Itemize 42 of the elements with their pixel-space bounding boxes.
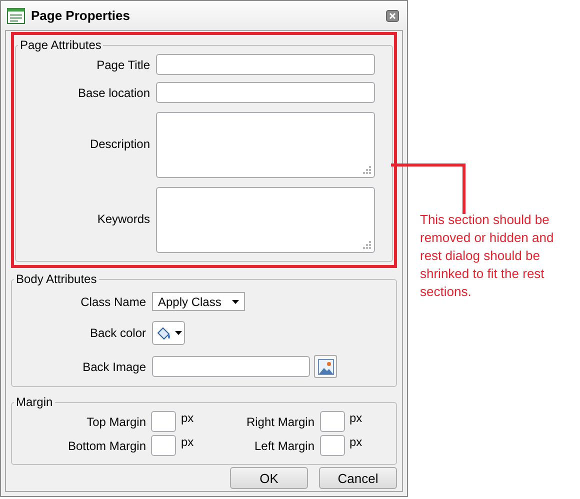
group-legend: Page Attributes xyxy=(18,38,104,52)
color-picker-button[interactable] xyxy=(152,321,185,345)
unit-label: px xyxy=(350,411,364,425)
field-label: Right Margin xyxy=(245,414,314,428)
field-label: Left Margin xyxy=(253,438,314,452)
field-label: Bottom Margin xyxy=(66,438,146,452)
margin-field[interactable] xyxy=(151,435,176,456)
unit-label: px xyxy=(181,411,195,425)
paint-bucket-icon xyxy=(156,326,172,340)
field-label: Description xyxy=(88,137,150,151)
close-icon[interactable] xyxy=(386,10,399,22)
field-label: Back Image xyxy=(82,360,146,374)
image-path-field[interactable] xyxy=(152,356,310,377)
text-field[interactable] xyxy=(156,82,375,103)
dialog-button[interactable]: Cancel xyxy=(319,467,397,489)
caret-icon xyxy=(232,300,239,304)
margin-field[interactable] xyxy=(151,411,176,432)
unit-label: px xyxy=(181,435,195,449)
field-label: Page Title xyxy=(96,58,150,72)
unit-label: px xyxy=(350,435,364,449)
field-label: Keywords xyxy=(96,212,150,226)
text-area[interactable] xyxy=(156,187,375,253)
text-area[interactable] xyxy=(156,112,375,178)
caret-icon xyxy=(174,331,182,335)
group-legend: Margin xyxy=(14,395,55,409)
text-field[interactable] xyxy=(156,54,375,75)
resize-grip-icon[interactable] xyxy=(363,241,371,249)
annotation-note: This section should be removed or hidden and rest dialog should be shrinked to fit the rest sections. xyxy=(420,211,555,301)
margin-field[interactable] xyxy=(320,411,344,432)
class-dropdown[interactable]: Apply Class xyxy=(152,292,245,311)
field-label: Back color xyxy=(88,326,146,340)
field-label: Base location xyxy=(76,86,150,100)
page-icon xyxy=(7,8,25,24)
browse-image-button[interactable] xyxy=(314,355,337,378)
margin-field[interactable] xyxy=(320,435,344,456)
dialog-button[interactable]: OK xyxy=(230,467,308,489)
field-label: Top Margin xyxy=(86,414,146,428)
group-legend: Body Attributes xyxy=(14,272,99,286)
field-label: Class Name xyxy=(80,294,146,308)
window-title: Page Properties xyxy=(31,8,131,23)
image-icon xyxy=(318,358,334,374)
resize-grip-icon[interactable] xyxy=(363,166,371,174)
